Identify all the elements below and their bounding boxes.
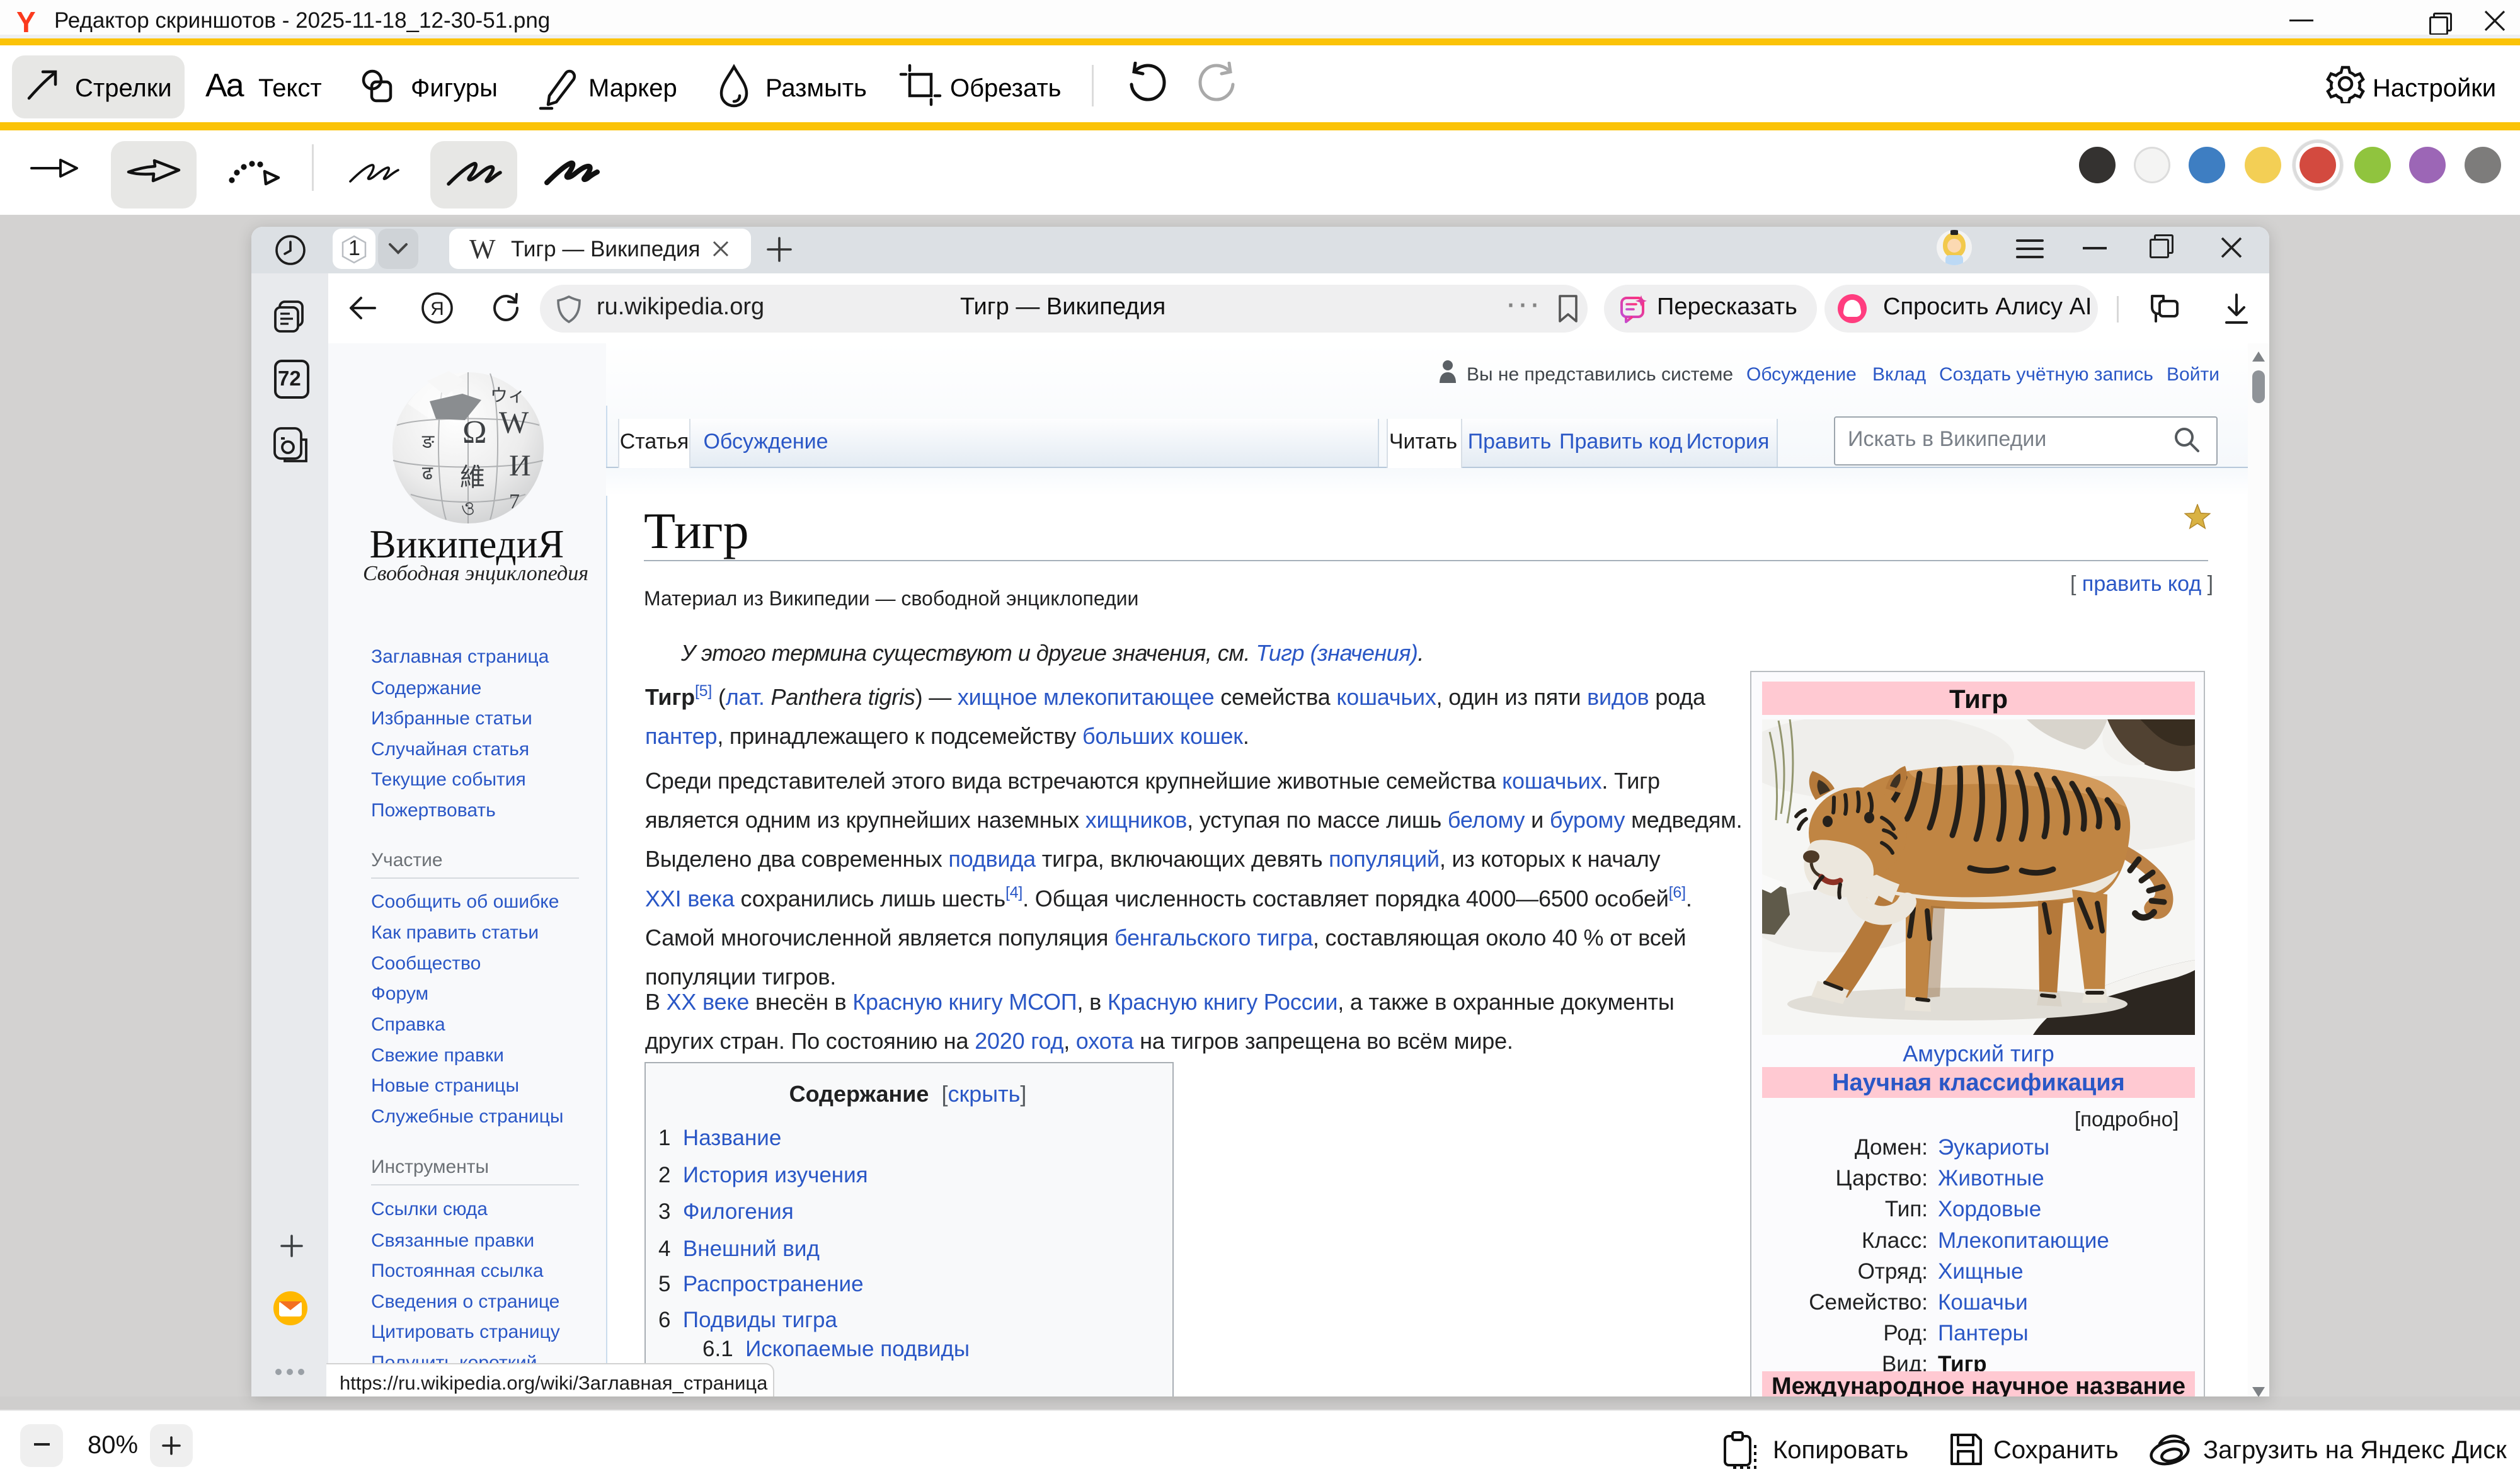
svg-text:И: И [509, 449, 531, 483]
svg-text:ङ: ङ [421, 431, 435, 452]
svg-text:ウィ: ウィ [490, 386, 525, 406]
svg-text:ও: ও [461, 498, 475, 519]
svg-text:W: W [499, 404, 529, 440]
svg-text:維: 維 [460, 463, 485, 491]
svg-text:ढ: ढ [422, 463, 433, 484]
svg-text:Я: Я [430, 299, 444, 319]
svg-text:7: 7 [509, 490, 520, 513]
svg-text:Ω: Ω [462, 414, 487, 450]
